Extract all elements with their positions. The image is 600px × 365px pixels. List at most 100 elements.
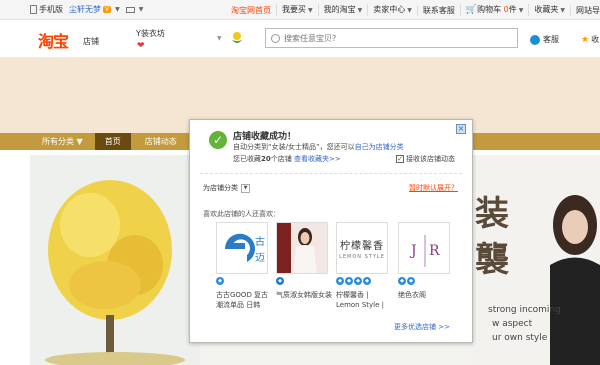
close-icon[interactable]: ×: [456, 124, 466, 134]
favorite-count-line: 您已收藏20个店铺 查看收藏夹>>: [233, 154, 341, 164]
diamond-icon: ◆: [354, 277, 362, 285]
line1-mid: ，您还可以: [319, 143, 355, 151]
ad-big-text-2: 襲: [475, 240, 509, 280]
model-thumbnail: [277, 223, 327, 273]
nav-my-taobao-label: 我的淘宝: [323, 5, 356, 14]
nav-cart-menu[interactable]: 🛒购物车 0件 ▼: [459, 4, 528, 16]
chevron-down-icon[interactable]: ▼: [115, 6, 120, 13]
line2-prefix: 您已收藏: [233, 155, 261, 163]
nav-sitenav-link[interactable]: 网站导: [569, 4, 600, 16]
diamond-icon: ◆: [216, 277, 224, 285]
nav-home-link[interactable]: 淘宝网首页: [226, 5, 276, 16]
shop-rating-badges: ◆: [216, 277, 268, 286]
category-select[interactable]: ▼: [241, 183, 250, 193]
recommended-shop-2[interactable]: ◆ 气质淑女韩版女装: [276, 222, 332, 300]
svg-text:古: 古: [255, 235, 265, 248]
shop-logo-1[interactable]: 古 迈: [216, 222, 268, 274]
star-icon: ★: [581, 34, 590, 45]
shop-activity-tab[interactable]: 店铺动态: [145, 136, 177, 147]
recommended-shop-3[interactable]: 柠檬馨香 LEMON STYLE ◆ ◆ ◆ ◆ 柠檬馨香 | Lemon St…: [336, 222, 388, 310]
diamond-icon: ◆: [336, 277, 344, 285]
category-toggle-link[interactable]: 暂时默认展开？: [409, 183, 458, 193]
shop-name[interactable]: Y装衣坊: [136, 28, 165, 39]
heart-icon[interactable]: ❤: [137, 41, 145, 51]
line2-suffix: 个店铺: [270, 155, 292, 163]
nav-cart-label: 购物车: [477, 5, 502, 14]
service-icon: [530, 34, 540, 45]
shop-rating-badges: ◆ ◆ ◆ ◆: [336, 277, 388, 286]
shop-name-1[interactable]: 古古GOOD 复古潮流单品 日韩: [216, 290, 272, 310]
user-link[interactable]: 尘轩无梦 V ▼: [69, 4, 120, 15]
mobile-link[interactable]: 手机版: [30, 4, 63, 15]
mobile-label: 手机版: [39, 5, 63, 14]
shop-name-3[interactable]: 柠檬馨香 | Lemon Style |: [336, 290, 392, 310]
favorite-shop-link[interactable]: ★ 收: [581, 34, 599, 45]
more-shops-link[interactable]: 更多优选店铺 >>: [394, 322, 450, 332]
search-input[interactable]: [284, 33, 484, 43]
customer-service-link[interactable]: 客服: [530, 34, 559, 45]
nav-seller-menu[interactable]: 卖家中心 ▼: [367, 4, 417, 16]
category-label: 为店铺分类: [203, 184, 238, 192]
service-label: 客服: [543, 35, 559, 44]
chevron-down-icon[interactable]: ▼: [139, 6, 144, 13]
vip-icon: V: [103, 6, 112, 13]
mail-icon: [125, 6, 135, 13]
nav-favorites-menu[interactable]: 收藏夹 ▼: [528, 4, 570, 16]
nav-support-link[interactable]: 联系客服: [416, 4, 460, 16]
receive-updates-checkbox[interactable]: ✓: [396, 155, 404, 163]
lemon-logo-text: 柠檬馨香: [340, 241, 384, 252]
chevron-down-icon: ▼: [560, 7, 565, 14]
svg-text:R: R: [429, 243, 440, 259]
category-row: 为店铺分类 ▼: [203, 183, 250, 193]
svg-text:J: J: [409, 243, 417, 259]
shop-logo-2[interactable]: [276, 222, 328, 274]
categorize-shop-link[interactable]: 自己为店铺分类: [355, 143, 404, 151]
diamond-icon: ◆: [276, 277, 284, 285]
nav-buy-label: 我要买: [282, 5, 306, 14]
all-categories-menu[interactable]: 所有分类 ▼: [42, 136, 83, 147]
recommended-shop-1[interactable]: 古 迈 ◆ 古古GOOD 复古潮流单品 日韩: [216, 222, 268, 310]
shop-name-2[interactable]: 气质淑女韩版女装: [276, 290, 332, 300]
recommended-shop-4[interactable]: J R ◆ ◆ 绝色衣阁: [398, 222, 450, 300]
nav-seller-label: 卖家中心: [373, 5, 406, 14]
taobao-logo[interactable]: 淘宝: [38, 28, 69, 52]
divider: [200, 173, 462, 174]
ad-line-2: w aspect: [492, 319, 533, 329]
chevron-down-icon[interactable]: ▼: [217, 35, 222, 42]
user-name[interactable]: 尘轩无梦: [69, 4, 101, 15]
diamond-icon: ◆: [398, 277, 406, 285]
cart-unit: 件: [508, 5, 517, 14]
dialog-title: 店铺收藏成功！: [233, 132, 297, 142]
line1-prefix: 自动分类到: [233, 143, 268, 151]
diamond-icon: ◆: [407, 277, 415, 285]
chevron-down-icon: ▼: [308, 7, 313, 14]
jr-logo: J R: [399, 223, 449, 273]
dove-icon: [232, 32, 242, 43]
shop-rating-badges: ◆ ◆: [398, 277, 450, 286]
nav-my-taobao-menu[interactable]: 我的淘宝 ▼: [317, 4, 368, 16]
line1-category: “女装/女士精品”: [268, 143, 320, 151]
chevron-down-icon: ▼: [357, 7, 363, 14]
receive-updates-label: 接收该店铺动态: [406, 155, 455, 163]
diamond-icon: ◆: [345, 277, 353, 285]
fav-label: 收: [591, 35, 600, 44]
search-box[interactable]: [265, 28, 518, 48]
shop-rating-badges: ◆: [276, 277, 328, 286]
shop-name-4[interactable]: 绝色衣阁: [398, 290, 454, 300]
favorite-count: 20: [261, 155, 271, 163]
success-check-icon: ✓: [209, 131, 227, 149]
cart-icon: 🛒: [465, 5, 478, 15]
ad-line-3: ur own style: [492, 333, 548, 343]
receive-updates-option[interactable]: ✓ 接收该店铺动态: [396, 154, 455, 164]
recommended-shops: 古 迈 ◆ 古古GOOD 复古潮流单品 日韩 ◆ 气质淑女韩版女装 柠檬馨香 L…: [216, 222, 466, 322]
header: 淘宝 店铺 Y装衣坊 ❤ ▼ 客服 ★ 收: [0, 20, 600, 58]
shop-home-tab[interactable]: 首页: [94, 133, 131, 150]
ad-big-text-1: 装: [475, 194, 509, 234]
search-icon: [271, 33, 280, 43]
svg-text:迈: 迈: [255, 252, 265, 264]
mail-menu[interactable]: ▼: [125, 6, 144, 13]
view-favorites-link[interactable]: 查看收藏夹>>: [294, 155, 341, 163]
shop-logo-3[interactable]: 柠檬馨香 LEMON STYLE: [336, 222, 388, 274]
shop-logo-4[interactable]: J R: [398, 222, 450, 274]
nav-buy-menu[interactable]: 我要买 ▼: [276, 4, 318, 16]
